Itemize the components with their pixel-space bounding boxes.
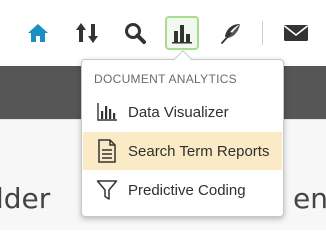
menu-item-data-visualizer[interactable]: Data Visualizer bbox=[83, 93, 282, 131]
menu-item-search-term-reports[interactable]: Search Term Reports bbox=[83, 132, 282, 170]
sort-icon bbox=[76, 23, 98, 43]
mail-icon bbox=[284, 25, 308, 41]
menu-item-label: Search Term Reports bbox=[128, 142, 270, 160]
sort-button[interactable] bbox=[70, 16, 104, 50]
feather-icon bbox=[221, 24, 240, 44]
home-button[interactable] bbox=[21, 16, 55, 50]
menu-item-label: Data Visualizer bbox=[128, 103, 229, 121]
filter-icon bbox=[94, 177, 120, 203]
bar-chart-icon bbox=[94, 99, 120, 125]
feather-button[interactable] bbox=[214, 16, 248, 50]
menu-item-predictive-coding[interactable]: Predictive Coding bbox=[83, 171, 282, 209]
menu-item-label: Predictive Coding bbox=[128, 181, 246, 199]
menu-header: DOCUMENT ANALYTICS bbox=[94, 72, 237, 86]
mail-button[interactable] bbox=[279, 16, 313, 50]
top-toolbar bbox=[0, 0, 326, 66]
toolbar-divider bbox=[262, 21, 263, 45]
home-icon bbox=[28, 24, 48, 42]
search-icon bbox=[125, 23, 146, 44]
background-heading-left: lder bbox=[0, 182, 51, 215]
background-heading-right: ent bbox=[293, 182, 326, 215]
search-button[interactable] bbox=[118, 16, 152, 50]
bar-chart-icon bbox=[172, 25, 192, 44]
document-analytics-button[interactable] bbox=[165, 16, 199, 50]
document-icon bbox=[94, 138, 120, 164]
document-analytics-menu: DOCUMENT ANALYTICS Data Visualizer Searc… bbox=[81, 59, 284, 217]
